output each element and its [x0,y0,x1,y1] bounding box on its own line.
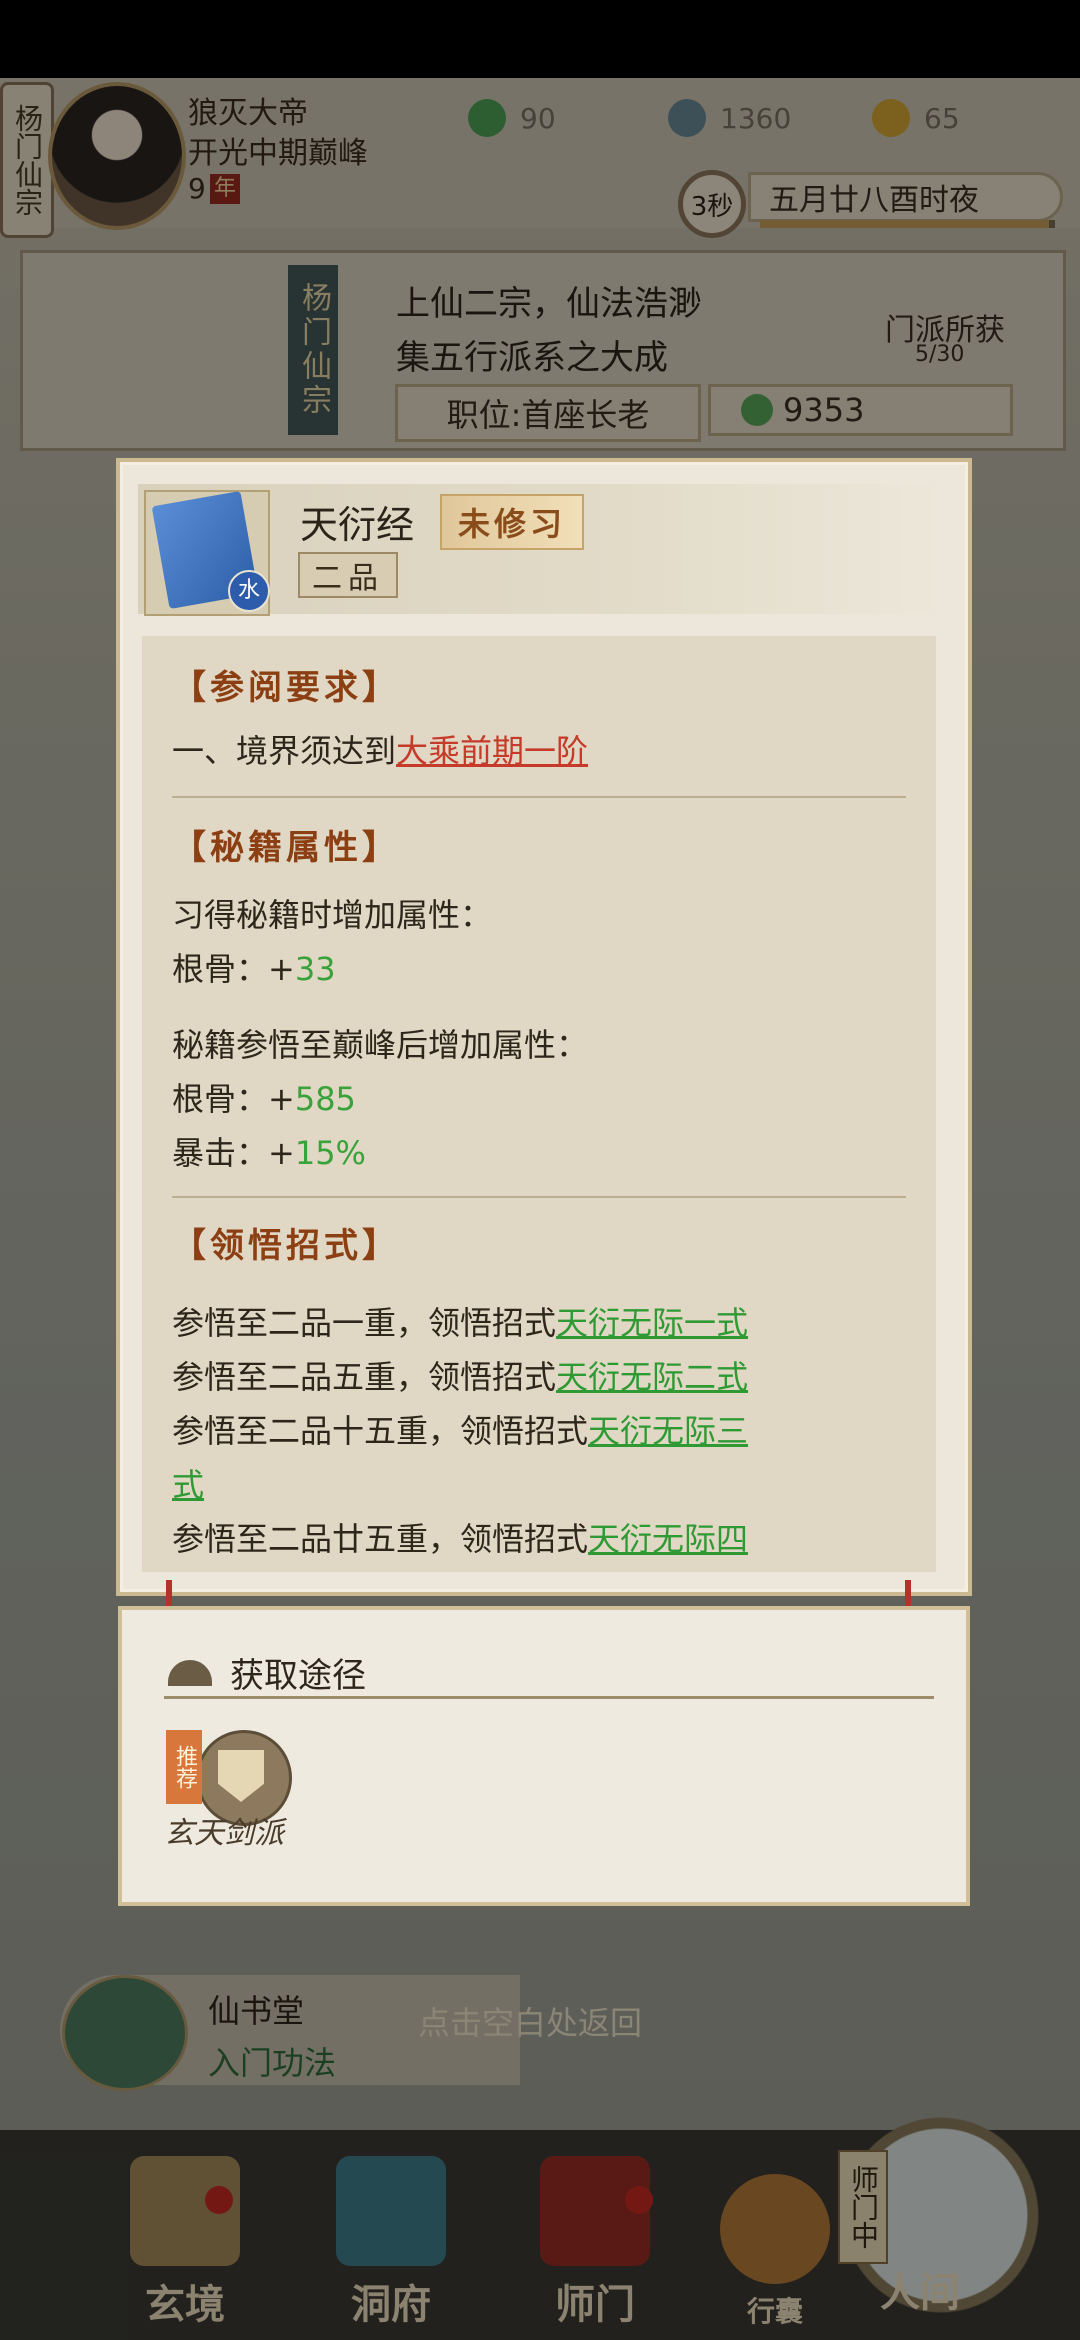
section-divider [172,1196,906,1198]
moves-header: 【领悟招式】 [172,1226,400,1266]
move-text: 参悟至二品五重，领悟招式 [172,1358,557,1396]
move-link[interactable]: 天衍无际二式 [556,1358,748,1396]
move-line: 参悟至二品一重，领悟招式天衍无际一式 [172,1298,748,1344]
requirement-header: 【参阅要求】 [172,668,400,708]
move-text: 参悟至二品十五重，领悟招式 [172,1412,589,1450]
status-bar [0,0,1080,78]
book-detail-body[interactable]: 【参阅要求】 一、境界须达到大乘前期一阶 【秘籍属性】 习得秘籍时增加属性： 根… [142,636,936,1572]
attr-label: 根骨：+ [172,950,295,988]
section-divider [172,796,906,798]
requirement-line: 一、境界须达到大乘前期一阶 [172,726,588,772]
attr-peak-line-1: 根骨：+585 [172,1074,356,1120]
recommend-tag: 推荐 [166,1730,202,1804]
move-link[interactable]: 式 [172,1466,204,1504]
acquire-title: 获取途径 [230,1656,366,1696]
move-text: 参悟至二品一重，领悟招式 [172,1304,557,1342]
attr-learn-line: 根骨：+33 [172,944,336,990]
attr-peak-line-2: 暴击：+15% [172,1128,366,1174]
book-title: 天衍经 [300,503,415,547]
move-link[interactable]: 天衍无际一式 [556,1304,748,1342]
water-element-badge: 水 [228,570,270,612]
attr-label: 根骨：+ [172,1080,295,1118]
attributes-header: 【秘籍属性】 [172,828,400,868]
requirement-realm-link[interactable]: 大乘前期一阶 [396,732,588,770]
attr-peak-title: 秘籍参悟至巅峰后增加属性： [172,1026,589,1064]
requirement-text: 一、境界须达到 [172,732,397,770]
attr-label: 暴击：+ [172,1134,295,1172]
move-link[interactable]: 天衍无际三 [588,1412,748,1450]
book-status-badge: 未修习 [440,494,584,550]
book-grade-badge: 二品 [298,552,398,598]
acquire-divider [164,1696,934,1699]
attr-value: 585 [294,1080,356,1118]
attr-value: 15% [294,1134,366,1172]
move-line-wrap: 式 [172,1460,204,1506]
close-hint: 点击空白处返回 [418,2004,643,2042]
attr-learn-title: 习得秘籍时增加属性： [172,896,493,934]
move-line: 参悟至二品五重，领悟招式天衍无际二式 [172,1352,748,1398]
move-text: 参悟至二品廿五重，领悟招式 [172,1520,589,1558]
move-line: 参悟至二品廿五重，领悟招式天衍无际四 [172,1514,748,1560]
move-line: 参悟至二品十五重，领悟招式天衍无际三 [172,1406,748,1452]
attr-value: 33 [294,950,336,988]
acquire-source-label[interactable]: 玄天剑派 [164,1808,284,1852]
move-link[interactable]: 天衍无际四 [588,1520,748,1558]
